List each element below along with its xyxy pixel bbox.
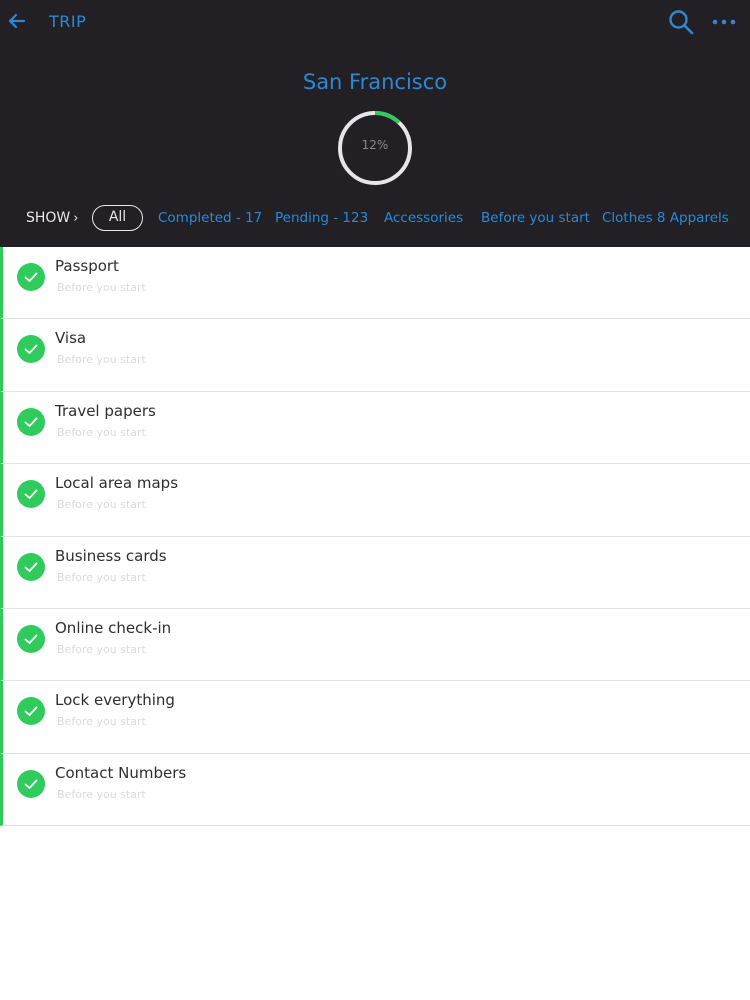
search-button[interactable] [667,8,695,36]
show-filter-label[interactable]: SHOW › [26,210,78,226]
item-category: Before you start [57,425,146,439]
item-title: Passport [55,257,119,275]
check-circle-icon[interactable] [17,624,45,653]
more-options-button[interactable] [711,12,739,32]
check-circle-icon[interactable] [17,335,45,364]
filter-accessories[interactable]: Accessories [384,210,463,226]
item-title: Contact Numbers [55,763,187,782]
item-title: Travel papers [55,401,156,420]
check-circle-icon[interactable] [17,697,45,726]
list-item[interactable]: Lock everything Before you start [0,681,750,754]
trip-name: San Francisco [302,70,448,94]
item-title: Local area maps [55,474,179,493]
progress-percent: 12% [361,138,389,152]
item-title: Online check-in [55,618,172,637]
filter-completed[interactable]: Completed - 17 [158,210,262,226]
check-circle-icon[interactable] [17,480,45,509]
item-category: Before you start [57,353,146,367]
item-title: Business cards [55,546,167,565]
list-item[interactable]: Visa Before you start [0,319,750,392]
item-category: Before you start [57,715,146,729]
trip-header: TRIP San Francisco 12% SHOW › All Complet… [0,0,750,247]
check-circle-icon[interactable] [17,263,45,291]
top-bar-title: TRIP [49,12,87,31]
search-icon [669,10,694,35]
filter-bar: SHOW › All Completed - 17 Pending - 123 A… [0,200,750,236]
filter-before-you-start[interactable]: Before you start [481,210,590,226]
chevron-right-icon: › [73,211,79,226]
arrow-left-icon [8,13,26,29]
filter-clothes-apparels[interactable]: Clothes 8 Apparels [602,210,729,226]
filter-pending[interactable]: Pending - 123 [275,210,368,226]
item-category: Before you start [57,281,146,294]
list-item[interactable]: Online check-in Before you start [0,608,750,682]
filter-all-button[interactable]: All [92,205,143,231]
back-button[interactable] [4,8,30,34]
check-circle-icon[interactable] [17,769,45,798]
list-item[interactable]: Contact Numbers Before you start [0,753,750,827]
item-title: Visa [55,329,87,348]
list-item[interactable]: Travel papers Before you start [0,391,750,465]
top-bar: TRIP [0,0,750,44]
list-item[interactable]: Business cards Before you start [0,536,750,609]
check-circle-icon[interactable] [17,407,45,436]
item-category: Before you start [57,642,146,656]
item-title: Lock everything [55,691,175,710]
list-item[interactable]: Local area maps Before you start [0,464,750,537]
show-label-text: SHOW [26,210,71,226]
checklist: Passport Before you start Visa Before yo… [0,247,750,827]
item-category: Before you start [57,787,146,801]
list-item[interactable]: Passport Before you start [0,247,750,320]
more-horizontal-icon [712,19,736,25]
item-category: Before you start [57,570,146,584]
check-circle-icon[interactable] [17,552,45,581]
item-category: Before you start [57,498,146,512]
